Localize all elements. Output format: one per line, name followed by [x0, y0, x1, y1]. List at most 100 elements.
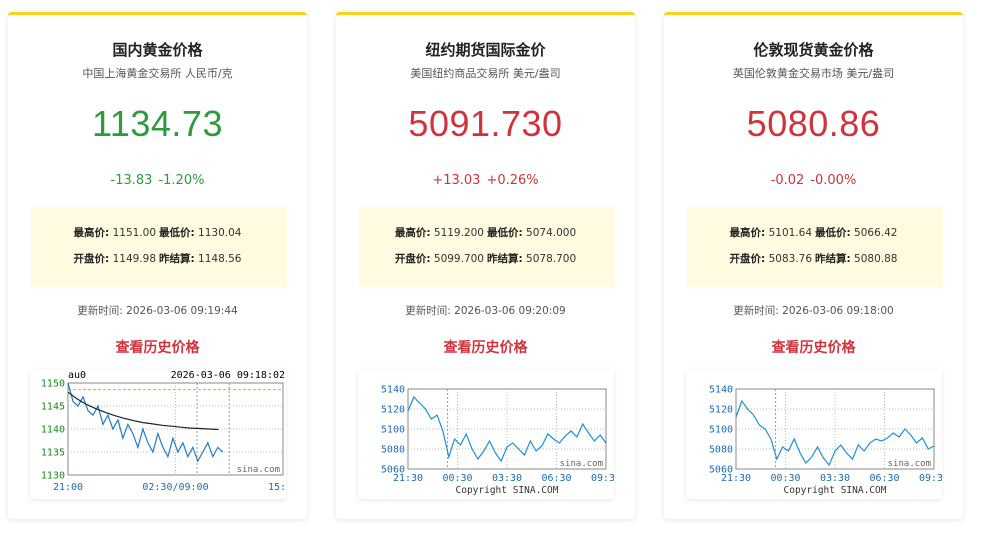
card-title: 国内黄金价格 — [112, 41, 203, 59]
change-percent: -1.20% — [158, 173, 205, 188]
x-tick-label: 03:30 — [820, 473, 850, 484]
y-tick-label: 5100 — [381, 425, 405, 436]
open-value: 5083.76 — [768, 253, 812, 265]
intraday-chart: 5140 5120 5100 5080 5060 21:30 00:30 03:30 06:30… — [358, 369, 614, 499]
chart-svg: 5140512051005080506021:30 00:30 03:30 06:30… — [709, 385, 942, 497]
y-tick-label: 5120 — [381, 405, 405, 416]
card-title: 纽约期货国际金价 — [425, 41, 546, 59]
change-percent: -0.00% — [810, 173, 857, 188]
update-value: 2026-03-06 09:18:00 — [782, 305, 894, 317]
prev-value: 1148.56 — [198, 253, 242, 265]
high-low-row: 最高价: 5119.200 最低价: 5074.000 — [359, 225, 615, 240]
history-price-link[interactable]: 查看历史价格 — [336, 337, 635, 357]
high-value: 5101.64 — [768, 227, 812, 239]
open-value: 5099.700 — [433, 253, 484, 265]
x-tick-label: 06:30 — [541, 473, 571, 484]
x-tick-label: 09:30 — [591, 473, 614, 484]
current-price: 5091.730 — [408, 103, 563, 144]
prev-label: 昨结算: — [159, 253, 195, 265]
y-tick-label: 5080 — [381, 445, 405, 456]
chart-copyright: Copyright SINA.COM — [784, 485, 887, 496]
price-change: -13.83 -1.20% — [8, 173, 307, 188]
open-prev-row: 开盘价: 1149.98 昨结算: 1148.56 — [31, 251, 287, 266]
update-label: 更新时间: — [733, 305, 779, 317]
x-tick-label: 21:30 — [721, 473, 751, 484]
y-tick-label: 5140 — [381, 385, 405, 396]
x-tick-label: 00:30 — [442, 473, 472, 484]
low-value: 5066.42 — [854, 227, 898, 239]
card-subtitle: 中国上海黄金交易所 人民币/克 — [82, 67, 233, 80]
gold-card-domestic: 国内黄金价格 中国上海黄金交易所 人民币/克 1134.73 -13.83 -1.… — [8, 12, 307, 519]
update-label: 更新时间: — [405, 305, 451, 317]
high-label: 最高价: — [729, 227, 766, 239]
card-title: 伦敦现货黄金价格 — [753, 41, 874, 59]
current-price: 5080.86 — [746, 103, 881, 144]
low-label: 最低价: — [487, 227, 523, 239]
update-time: 更新时间: 2026-03-06 09:18:00 — [664, 303, 963, 318]
prev-value: 5078.700 — [526, 253, 577, 265]
update-time: 更新时间: 2026-03-06 09:20:09 — [336, 303, 635, 318]
update-time: 更新时间: 2026-03-06 09:19:44 — [8, 303, 307, 318]
update-label: 更新时间: — [77, 305, 123, 317]
low-label: 最低价: — [815, 227, 851, 239]
chart-svg: 1150 1145 1140 1135 113021:00 02:30/09:00 15:0… — [41, 370, 286, 493]
y-tick-label: 5080 — [709, 445, 733, 456]
high-value: 5119.200 — [433, 227, 484, 239]
update-value: 2026-03-06 09:20:09 — [454, 305, 566, 317]
prev-value: 5080.88 — [854, 253, 898, 265]
x-tick-label: 21:00 — [53, 482, 83, 493]
price-stats-panel: 最高价: 1151.00 最低价: 1130.04 开盘价: 1149.98 昨结算… — [31, 207, 287, 287]
y-tick-label: 5140 — [709, 385, 733, 396]
y-tick-label: 5100 — [709, 425, 733, 436]
high-value: 1151.00 — [112, 227, 156, 239]
update-value: 2026-03-06 09:19:44 — [126, 305, 238, 317]
history-price-link[interactable]: 查看历史价格 — [664, 337, 963, 357]
x-tick-label: 03:30 — [492, 473, 522, 484]
low-value: 1130.04 — [198, 227, 242, 239]
x-tick-label: 02:30/09:00 — [142, 482, 208, 493]
current-price: 1134.73 — [92, 103, 223, 144]
high-label: 最高价: — [73, 227, 110, 239]
chart-timestamp: 2026-03-06 09:18:02 — [171, 370, 285, 381]
open-value: 1149.98 — [112, 253, 156, 265]
chart-watermark: sina.com — [888, 459, 931, 469]
x-tick-label: 06:30 — [869, 473, 899, 484]
x-tick-label: 00:30 — [770, 473, 800, 484]
price-change: -0.02 -0.00% — [664, 173, 963, 188]
x-tick-label: 09:30 — [919, 473, 942, 484]
price-stats-panel: 最高价: 5101.64 最低价: 5066.42 开盘价: 5083.76 昨结算… — [687, 207, 943, 287]
intraday-chart: 5140 5120 5100 5080 5060 21:30 00:30 03:30 06:30… — [686, 369, 942, 499]
y-tick-label: 1145 — [41, 402, 65, 413]
price-change: +13.03 +0.26% — [336, 173, 635, 188]
chart-svg: 5140512051005080506021:30 00:30 03:30 06:30… — [381, 385, 614, 497]
chart-copyright: Copyright SINA.COM — [456, 485, 559, 496]
card-subtitle: 英国伦敦黄金交易市场 美元/盎司 — [732, 67, 895, 80]
chart-watermark: sina.com — [237, 465, 280, 475]
history-price-link[interactable]: 查看历史价格 — [8, 337, 307, 357]
change-amount: -13.83 — [110, 173, 153, 188]
y-tick-label: 1135 — [41, 448, 65, 459]
y-tick-label: 5120 — [709, 405, 733, 416]
open-prev-row: 开盘价: 5099.700 昨结算: 5078.700 — [359, 251, 615, 266]
low-label: 最低价: — [159, 227, 195, 239]
card-subtitle: 美国纽约商品交易所 美元/盎司 — [410, 67, 561, 80]
chart-watermark: sina.com — [560, 459, 603, 469]
gold-card-newyork: 纽约期货国际金价 美国纽约商品交易所 美元/盎司 5091.730 +13.03… — [336, 12, 635, 519]
y-tick-label: 1140 — [41, 425, 65, 436]
prev-label: 昨结算: — [487, 253, 523, 265]
high-label: 最高价: — [394, 227, 431, 239]
prev-label: 昨结算: — [815, 253, 851, 265]
gold-card-london: 伦敦现货黄金价格 英国伦敦黄金交易市场 美元/盎司 5080.86 -0.02-… — [664, 12, 963, 519]
open-label: 开盘价: — [394, 253, 431, 265]
x-tick-label: 21:30 — [393, 473, 423, 484]
y-tick-label: 1130 — [41, 471, 65, 482]
open-prev-row: 开盘价: 5083.76 昨结算: 5080.88 — [687, 251, 943, 266]
low-value: 5074.000 — [526, 227, 577, 239]
x-tick-label: 15:00 — [268, 482, 286, 493]
high-low-row: 最高价: 5101.64 最低价: 5066.42 — [687, 225, 943, 240]
change-percent: +0.26% — [486, 173, 539, 188]
change-amount: +13.03 — [432, 173, 481, 188]
chart-symbol: au0 — [68, 370, 86, 381]
change-amount: -0.02 — [770, 173, 805, 188]
open-label: 开盘价: — [729, 253, 766, 265]
